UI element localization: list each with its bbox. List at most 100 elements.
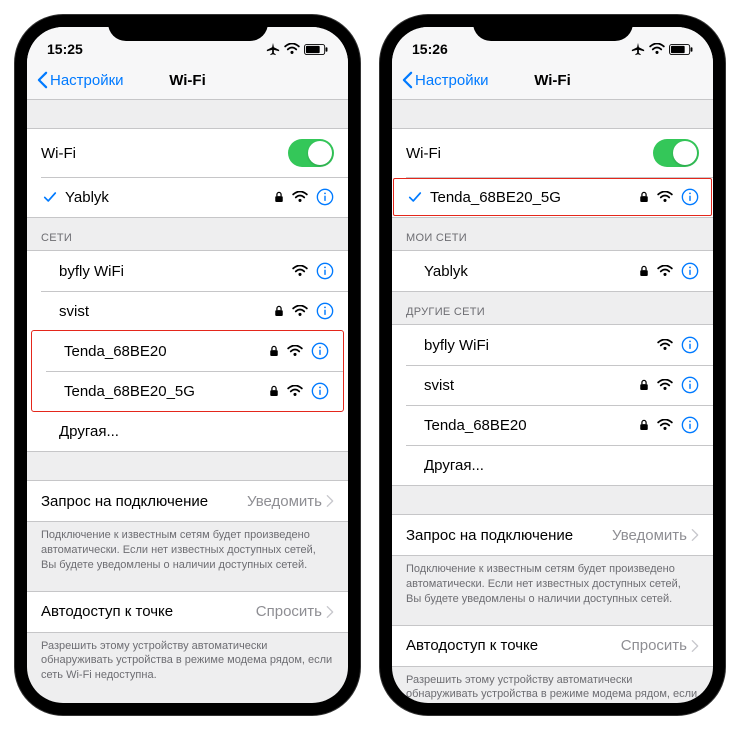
screen: 15:25 Настройки Wi-Fi Wi-Fi bbox=[27, 27, 348, 703]
chevron-right-icon bbox=[691, 639, 699, 653]
connected-name: Yablyk bbox=[65, 189, 274, 206]
nav-title: Wi-Fi bbox=[169, 72, 206, 89]
network-name: svist bbox=[59, 303, 274, 320]
info-icon[interactable] bbox=[681, 336, 699, 354]
network-row[interactable]: svist bbox=[392, 365, 713, 405]
hotspot-row[interactable]: Автодоступ к точке Спросить bbox=[27, 592, 348, 632]
wifi-icon bbox=[657, 191, 673, 203]
other-networks-header: ДРУГИЕ СЕТИ bbox=[392, 292, 713, 324]
ask-value: Уведомить bbox=[612, 527, 687, 544]
info-icon[interactable] bbox=[311, 382, 329, 400]
battery-icon bbox=[304, 44, 328, 55]
other-label: Другая... bbox=[59, 423, 334, 440]
chevron-right-icon bbox=[326, 494, 334, 508]
wifi-icon bbox=[657, 419, 673, 431]
ask-to-join-row[interactable]: Запрос на подключение Уведомить bbox=[27, 481, 348, 521]
network-name: Tenda_68BE20 bbox=[64, 343, 269, 360]
connected-network-row[interactable]: Yablyk bbox=[27, 177, 348, 217]
wifi-icon bbox=[287, 385, 303, 397]
other-network-row[interactable]: Другая... bbox=[27, 411, 348, 451]
lock-icon bbox=[274, 191, 284, 203]
screen: 15:26 Настройки Wi-Fi Wi-Fi bbox=[392, 27, 713, 703]
lock-icon bbox=[639, 419, 649, 431]
airplane-icon bbox=[266, 42, 280, 56]
network-row[interactable]: Tenda_68BE20_5G bbox=[32, 371, 343, 411]
network-name: byfly WiFi bbox=[59, 263, 292, 280]
wifi-icon bbox=[292, 305, 308, 317]
other-network-row[interactable]: Другая... bbox=[392, 445, 713, 485]
connected-name: Tenda_68BE20_5G bbox=[430, 189, 639, 206]
ask-label: Запрос на подключение bbox=[406, 527, 612, 544]
network-row[interactable]: svist bbox=[27, 291, 348, 331]
notch bbox=[108, 15, 268, 41]
network-row[interactable]: byfly WiFi bbox=[27, 251, 348, 291]
networks-header: СЕТИ bbox=[27, 218, 348, 250]
network-row[interactable]: byfly WiFi bbox=[392, 325, 713, 365]
check-icon bbox=[41, 190, 59, 204]
wifi-icon bbox=[292, 265, 308, 277]
wifi-icon bbox=[292, 191, 308, 203]
wifi-icon bbox=[657, 339, 673, 351]
network-name: svist bbox=[424, 377, 639, 394]
status-time: 15:26 bbox=[412, 41, 448, 57]
wifi-icon bbox=[649, 43, 665, 55]
chevron-right-icon bbox=[326, 605, 334, 619]
network-row[interactable]: Tenda_68BE20 bbox=[392, 405, 713, 445]
back-button[interactable]: Настройки bbox=[37, 71, 124, 89]
info-icon[interactable] bbox=[316, 188, 334, 206]
info-icon[interactable] bbox=[316, 262, 334, 280]
highlighted-networks: Tenda_68BE20 Tenda_68BE20_5G bbox=[31, 330, 344, 412]
wifi-toggle-row[interactable]: Wi-Fi bbox=[27, 129, 348, 177]
networks-list: byfly WiFi svist Tenda bbox=[27, 250, 348, 452]
back-button[interactable]: Настройки bbox=[402, 71, 489, 89]
ask-footer: Подключение к известным сетям будет прои… bbox=[392, 556, 713, 607]
wifi-icon bbox=[284, 43, 300, 55]
connected-network-row[interactable]: Tenda_68BE20_5G bbox=[392, 177, 713, 217]
wifi-toggle-row[interactable]: Wi-Fi bbox=[392, 129, 713, 177]
hotspot-label: Автодоступ к точке bbox=[41, 603, 256, 620]
phone-left: 15:25 Настройки Wi-Fi Wi-Fi bbox=[15, 15, 360, 715]
wifi-label: Wi-Fi bbox=[41, 145, 288, 162]
other-networks-list: byfly WiFi svist Tenda_68BE20 bbox=[392, 324, 713, 486]
other-label: Другая... bbox=[424, 457, 699, 474]
back-label: Настройки bbox=[415, 72, 489, 89]
battery-icon bbox=[669, 44, 693, 55]
hotspot-footer: Разрешить этому устройству автоматически… bbox=[392, 667, 713, 703]
nav-title: Wi-Fi bbox=[534, 72, 571, 89]
hotspot-value: Спросить bbox=[256, 603, 322, 620]
status-time: 15:25 bbox=[47, 41, 83, 57]
my-networks-list: Yablyk bbox=[392, 250, 713, 292]
ask-to-join-row[interactable]: Запрос на подключение Уведомить bbox=[392, 515, 713, 555]
phone-right: 15:26 Настройки Wi-Fi Wi-Fi bbox=[380, 15, 725, 715]
ask-label: Запрос на подключение bbox=[41, 493, 247, 510]
info-icon[interactable] bbox=[681, 188, 699, 206]
lock-icon bbox=[639, 379, 649, 391]
status-right bbox=[266, 42, 328, 56]
network-name: Yablyk bbox=[424, 263, 639, 280]
ask-value: Уведомить bbox=[247, 493, 322, 510]
content: Wi-Fi Yablyk СЕТИ byfly WiFi bbox=[27, 100, 348, 683]
wifi-switch[interactable] bbox=[653, 139, 699, 167]
wifi-icon bbox=[657, 379, 673, 391]
chevron-right-icon bbox=[691, 528, 699, 542]
wifi-switch[interactable] bbox=[288, 139, 334, 167]
network-row[interactable]: Yablyk bbox=[392, 251, 713, 291]
ask-footer: Подключение к известным сетям будет прои… bbox=[27, 522, 348, 573]
lock-icon bbox=[274, 305, 284, 317]
chevron-left-icon bbox=[37, 71, 48, 89]
airplane-icon bbox=[631, 42, 645, 56]
hotspot-row[interactable]: Автодоступ к точке Спросить bbox=[392, 626, 713, 666]
info-icon[interactable] bbox=[681, 376, 699, 394]
info-icon[interactable] bbox=[681, 262, 699, 280]
info-icon[interactable] bbox=[316, 302, 334, 320]
hotspot-footer: Разрешить этому устройству автоматически… bbox=[27, 633, 348, 684]
lock-icon bbox=[639, 191, 649, 203]
check-icon bbox=[406, 190, 424, 204]
info-icon[interactable] bbox=[311, 342, 329, 360]
network-row[interactable]: Tenda_68BE20 bbox=[32, 331, 343, 371]
info-icon[interactable] bbox=[681, 416, 699, 434]
hotspot-value: Спросить bbox=[621, 637, 687, 654]
wifi-icon bbox=[657, 265, 673, 277]
lock-icon bbox=[269, 345, 279, 357]
hotspot-label: Автодоступ к точке bbox=[406, 637, 621, 654]
